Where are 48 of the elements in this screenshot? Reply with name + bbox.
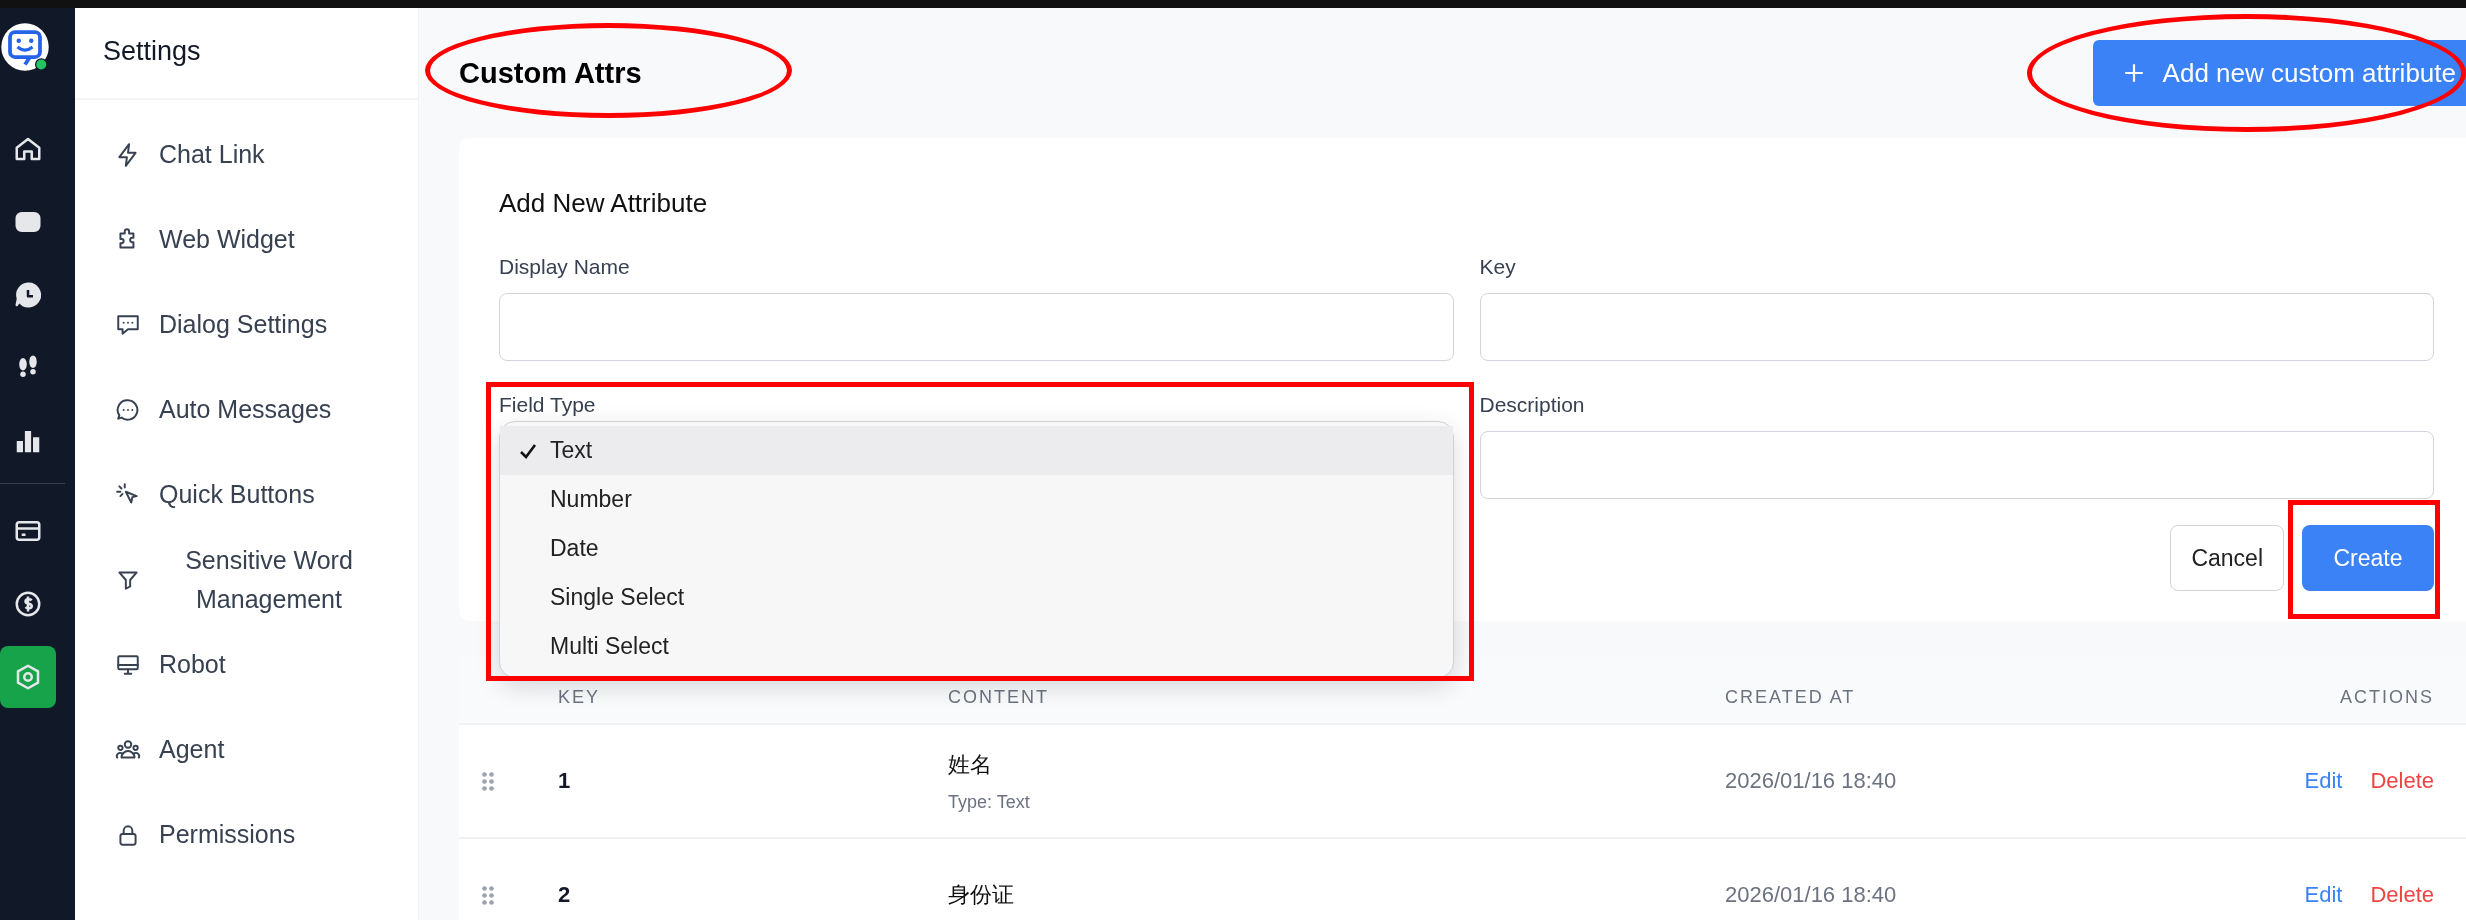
field-label: Key <box>1479 255 1517 279</box>
logo-icon[interactable] <box>0 22 50 72</box>
dropdown-option[interactable]: Single Select <box>500 573 1453 622</box>
sidebar-item[interactable]: Web Widget <box>75 197 418 282</box>
field-label: Field Type <box>499 393 597 417</box>
column-header: CONTENT <box>948 686 1050 708</box>
create-button[interactable]: Create <box>2302 525 2434 591</box>
dropdown-option[interactable]: Text <box>500 426 1453 475</box>
type-label: Type: Text <box>948 791 1031 813</box>
text-input-field[interactable] <box>499 293 1454 361</box>
column-header: CREATED AT <box>1725 686 1857 708</box>
sidebar-item[interactable]: Auto Messages <box>75 367 418 452</box>
content-cell-text: 姓名 <box>948 750 993 779</box>
sidebar-item[interactable]: Sensitive Word Management <box>75 537 418 622</box>
sidebar-item[interactable]: Chat Link <box>75 112 418 197</box>
sidebar-item[interactable]: Robot <box>75 622 418 707</box>
dropdown-option[interactable]: Multi Select <box>500 622 1453 671</box>
drag-handle-icon[interactable] <box>481 770 495 792</box>
dropdown-option[interactable]: Number <box>500 475 1453 524</box>
key-cell-text: 2 <box>558 882 572 908</box>
delete-link[interactable]: Delete <box>2370 882 2434 908</box>
date-cell-text: 2026/01/16 18:40 <box>1725 768 1898 794</box>
plus-icon <box>2122 62 2145 84</box>
drag-handle-icon[interactable] <box>481 884 495 906</box>
text-input-field[interactable] <box>1479 431 2434 499</box>
date-cell-text: 2026/01/16 18:40 <box>1725 882 1898 908</box>
dropdown-option[interactable]: Date <box>500 524 1453 573</box>
add-attribute-button[interactable]: Add new custom attribute <box>2092 40 2466 106</box>
form-title: Add New Attribute <box>499 188 709 219</box>
sidebar-item[interactable]: Permissions <box>75 792 418 877</box>
sidebar-item[interactable]: Quick Buttons <box>75 452 418 537</box>
delete-link[interactable]: Delete <box>2370 768 2434 794</box>
column-header: ACTIONS <box>2339 686 2434 708</box>
field-label: Display Name <box>499 255 631 279</box>
column-header: KEY <box>558 686 602 708</box>
text-input-field[interactable] <box>1479 293 2434 361</box>
field-label: Description <box>1479 393 1586 417</box>
content-cell-text: 身份证 <box>948 881 1015 909</box>
edit-link[interactable]: Edit <box>2304 882 2343 908</box>
sidebar-item[interactable]: Agent <box>75 707 418 792</box>
cancel-button[interactable]: Cancel <box>2170 525 2284 591</box>
sidebar-title: Settings <box>75 8 418 100</box>
edit-link[interactable]: Edit <box>2304 768 2343 794</box>
chat-dots-icon <box>115 396 141 423</box>
sidebar-item[interactable]: Dialog Settings <box>75 282 418 367</box>
settings-icon[interactable] <box>0 646 56 708</box>
page-title: Custom Attrs <box>459 56 642 90</box>
key-cell-text: 1 <box>558 768 572 794</box>
